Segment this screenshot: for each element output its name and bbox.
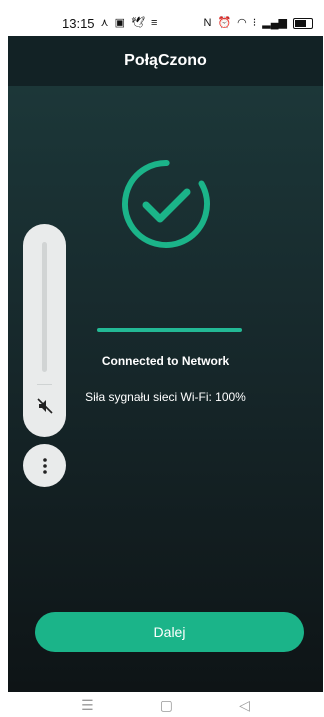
system-nav-bar: ☰ ▢ ◁ [8, 692, 323, 717]
signal-small-icon: ≡ [150, 16, 158, 29]
volume-divider [37, 384, 52, 385]
status-left: 13:15 ⋏ ▣ 🕊 ≡ [8, 16, 157, 31]
fork-icon: ⋏ [100, 16, 109, 29]
message-icon: ▣ [114, 16, 126, 29]
twitter-icon: 🕊 [131, 16, 145, 29]
menu-icon[interactable]: ☰ [81, 698, 94, 712]
app-screen: PołąCzono Connected to Network Siła sygn… [8, 36, 323, 692]
next-button[interactable]: Dalej [35, 612, 304, 652]
status-bar: 13:15 ⋏ ▣ 🕊 ≡ N ⏰ ◠ ⁝ ▂▄▆ [8, 10, 323, 36]
home-square-icon[interactable]: ▢ [160, 698, 173, 712]
battery-icon [293, 17, 313, 29]
network-4g-icon: ⁝ [252, 16, 257, 29]
back-triangle-icon[interactable]: ◁ [239, 698, 250, 712]
status-right: N ⏰ ◠ ⁝ ▂▄▆ [203, 16, 323, 29]
volume-panel[interactable] [23, 224, 66, 437]
status-time: 13:15 [62, 15, 95, 31]
speaker-mute-icon[interactable] [35, 396, 55, 416]
page-title: PołąCzono [124, 52, 207, 69]
check-circle-icon [118, 156, 214, 252]
volume-slider[interactable] [42, 242, 47, 372]
more-vertical-icon[interactable] [23, 444, 66, 487]
connection-progress-bar [97, 328, 242, 332]
wifi-icon: ◠ [237, 16, 247, 29]
nfc-icon: N [203, 16, 212, 29]
signal-bars-icon: ▂▄▆ [262, 16, 287, 29]
alarm-icon: ⏰ [217, 16, 232, 29]
app-header: PołąCzono [8, 36, 323, 86]
